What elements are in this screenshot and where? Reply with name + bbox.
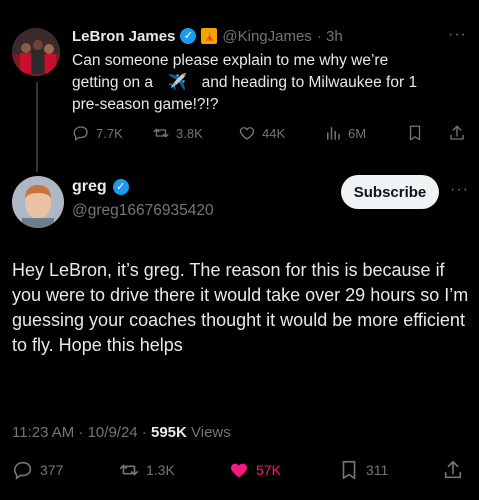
retweet-icon [119,464,139,476]
tweet1-line3: pre-season game!?!? [72,96,219,113]
tweet1-bookmark-button[interactable] [406,124,424,142]
tweet2-retweet-button[interactable]: 1.3K [118,459,175,481]
reply-icon [73,126,88,142]
tweet1-more-icon[interactable]: ··· [448,26,467,44]
tweet2-header: greg ✓ [72,178,129,196]
tweet1-share-button[interactable] [448,124,466,142]
tweet1-views-count: 6M [348,125,367,141]
tweet1-views-button[interactable]: 6M [324,124,366,142]
bookmark-icon [342,460,356,480]
views-chart-icon [327,127,340,140]
bookmark-icon [409,125,421,141]
tweet1-retweet-button[interactable]: 3.8K [152,124,203,142]
greg-handle[interactable]: @greg16676935420 [72,202,214,220]
heart-filled-icon [231,463,247,478]
thread-line [36,82,38,172]
tweet2-bookmark-count: 311 [366,462,389,478]
tweet2-reply-button[interactable]: 377 [12,459,63,481]
tweet1-actions: 7.7K 3.8K 44K 6M [72,124,468,144]
airplane-emoji-icon: ✈️ [167,74,187,91]
verified-badge-icon: ✓ [180,28,197,44]
tweet1-like-button[interactable]: 44K [238,124,285,142]
tweet2-timestamp[interactable]: 11:23 AM · 10/9/24 · [12,424,147,441]
greg-name[interactable]: greg [72,178,107,196]
tweet2-more-icon[interactable]: ··· [450,181,469,199]
tweet2-views-count: 595K [150,424,187,441]
tweet1-line2b: and heading to Milwaukee for 1 [201,74,418,91]
tweet2-reply-count: 377 [40,462,64,478]
tweet1-line2a: getting on a [72,74,154,91]
share-icon [444,460,462,479]
tweet2-body: Hey LeBron, it’s greg. The reason for th… [12,260,469,355]
tweet2-like-count: 57K [256,462,281,478]
lebron-avatar[interactable] [12,28,60,76]
tweet1-header: LeBron James ✓ 🗼 @KingJames · 3h [72,26,343,46]
tweet1-retweet-count: 3.8K [176,125,203,141]
heart-icon [239,127,255,140]
tweet2-bookmark-button[interactable]: 311 [338,459,388,481]
reply-icon [13,461,32,480]
share-icon [450,125,464,140]
tweet2-share-button[interactable] [442,459,464,481]
tweet1-time[interactable]: · 3h [317,28,343,45]
tweet1-text: Can someone please explain to me why we’… [72,50,472,116]
tweet1-line2: getting on a ✈️ and heading to Milwaukee… [72,72,472,94]
tweet2-views-label: Views [191,424,231,441]
tweet1-line1: Can someone please explain to me why we’… [72,52,389,69]
subscribe-button[interactable]: Subscribe [341,175,439,209]
tweet1-reply-button[interactable]: 7.7K [72,124,123,142]
verified-badge-icon: ✓ [112,179,129,195]
tweet2-actions: 377 1.3K 57K 311 [12,459,467,483]
tweet1-reply-count: 7.7K [96,125,123,141]
tweet2-retweet-count: 1.3K [146,462,175,478]
retweet-icon [153,128,169,138]
flag-emoji-icon: 🗼 [201,28,218,44]
lebron-handle[interactable]: @KingJames [222,28,311,45]
lebron-name[interactable]: LeBron James [72,28,175,45]
greg-avatar[interactable] [12,176,64,228]
tweet2-like-button[interactable]: 57K [228,459,281,481]
tweet1-like-count: 44K [262,125,286,141]
tweet2-meta: 11:23 AM · 10/9/24 · 595K Views [12,424,231,441]
